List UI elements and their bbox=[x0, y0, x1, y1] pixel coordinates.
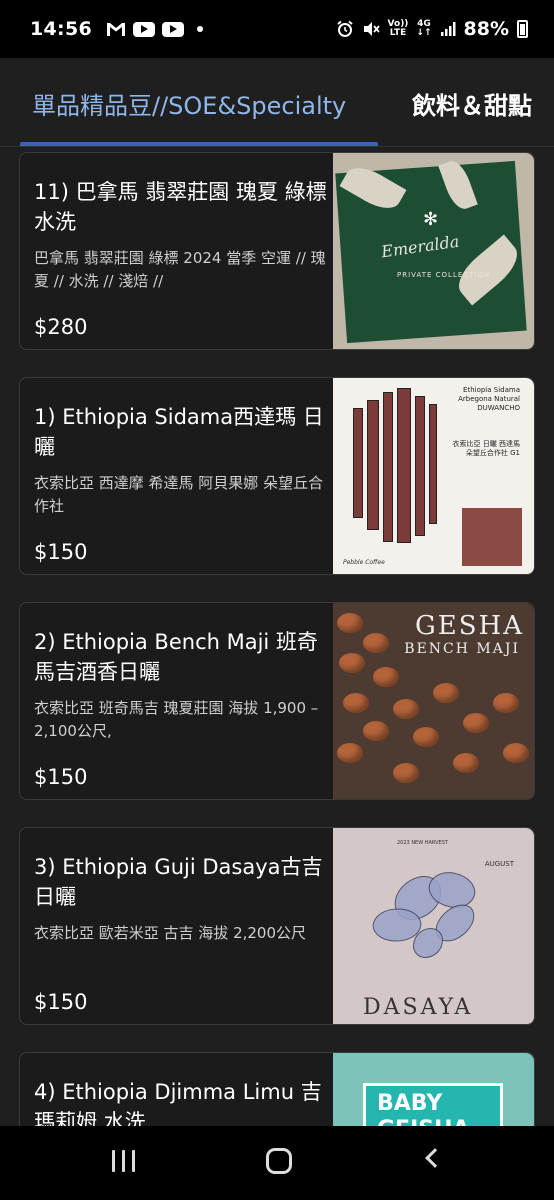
status-time: 14:56 bbox=[30, 18, 92, 40]
category-tabs: 單品精品豆//SOE&Specialty 飲料＆甜點 bbox=[0, 58, 554, 150]
youtube-icon bbox=[132, 21, 155, 37]
product-title: 3) Ethiopia Guji Dasaya古吉 日曬 bbox=[34, 855, 323, 909]
product-price: $150 bbox=[34, 765, 88, 789]
product-title: 11) 巴拿馬 翡翠莊園 瑰夏 綠標 水洗 bbox=[34, 180, 327, 234]
signal-icon bbox=[440, 22, 456, 36]
product-image: GESHA BENCH MAJI bbox=[333, 603, 534, 799]
image-caption: PRIVATE COLLECTION bbox=[397, 271, 491, 279]
product-price: $150 bbox=[34, 990, 88, 1014]
product-price: $150 bbox=[34, 540, 88, 564]
product-card[interactable]: 2) Ethiopia Bench Maji 班奇馬吉酒香日曬 衣索比亞 班奇馬… bbox=[19, 602, 535, 800]
image-word: DASAYA bbox=[363, 995, 474, 1020]
product-description: 巴拿馬 翡翠莊園 綠標 2024 當季 空運 // 瑰夏 // 水洗 // 淺焙… bbox=[34, 249, 326, 290]
recent-apps-button[interactable] bbox=[112, 1150, 136, 1172]
product-image: Ethiopia Sidama Arbegona Natural DUWANCH… bbox=[333, 378, 534, 574]
data-arrows-icon: ↓↑ bbox=[416, 28, 432, 38]
volte-indicator: Vo)) LTE bbox=[387, 19, 409, 38]
image-subtitle: BENCH MAJI bbox=[404, 641, 520, 657]
image-label: Ethiopia Sidama Arbegona Natural DUWANCH… bbox=[458, 386, 520, 412]
image-brand: Pebble Coffee bbox=[343, 559, 385, 566]
product-title: 2) Ethiopia Bench Maji 班奇馬吉酒香日曬 bbox=[34, 630, 318, 684]
back-button[interactable] bbox=[425, 1148, 445, 1168]
product-description: 衣索比亞 班奇馬吉 瑰夏莊園 海拔 1,900 – 2,100公尺, bbox=[34, 699, 319, 740]
tab-divider bbox=[0, 146, 554, 147]
product-description: 衣索比亞 西達摩 希達馬 阿貝果娜 朵望丘合作社 bbox=[34, 474, 324, 515]
image-title: GESHA bbox=[414, 611, 524, 641]
battery-level: 88% bbox=[463, 18, 509, 40]
product-card[interactable]: 1) Ethiopia Sidama西達瑪 日曬 衣索比亞 西達摩 希達馬 阿貝… bbox=[19, 377, 535, 575]
product-price: $280 bbox=[34, 315, 88, 339]
battery-icon bbox=[517, 20, 528, 38]
more-notifications-icon bbox=[196, 26, 203, 32]
product-card[interactable]: 11) 巴拿馬 翡翠莊園 瑰夏 綠標 水洗 巴拿馬 翡翠莊園 綠標 2024 當… bbox=[19, 152, 535, 350]
product-description: 衣索比亞 歐若米亞 古吉 海拔 2,200公尺 bbox=[34, 924, 307, 942]
home-button[interactable] bbox=[266, 1148, 292, 1174]
system-icons: Vo)) LTE 4G ↓↑ 88% bbox=[336, 18, 528, 40]
status-bar: 14:56 Vo)) LTE 4G ↓↑ 88% bbox=[0, 0, 554, 58]
gmail-icon bbox=[106, 22, 125, 36]
image-label-zh: 衣索比亞 日曬 西達馬 朵望丘合作社 G1 bbox=[452, 440, 520, 457]
tab-specialty-coffee[interactable]: 單品精品豆//SOE&Specialty bbox=[32, 86, 346, 121]
image-top-text: 2023 NEW HARVEST bbox=[397, 840, 448, 846]
tab-drinks-desserts[interactable]: 飲料＆甜點 bbox=[412, 86, 532, 121]
notification-icons bbox=[106, 21, 203, 37]
network-indicator: 4G ↓↑ bbox=[416, 19, 432, 38]
youtube-icon bbox=[161, 21, 184, 37]
product-card[interactable]: 3) Ethiopia Guji Dasaya古吉 日曬 衣索比亞 歐若米亞 古… bbox=[19, 827, 535, 1025]
product-image: 2023 NEW HARVEST AUGUST DASAYA bbox=[333, 828, 534, 1024]
product-title: 1) Ethiopia Sidama西達瑪 日曬 bbox=[34, 405, 324, 459]
lily-icon: ✻ bbox=[423, 209, 439, 230]
alarm-icon bbox=[336, 20, 353, 37]
mute-icon bbox=[363, 22, 380, 36]
system-nav-bar bbox=[0, 1126, 554, 1200]
image-month: AUGUST bbox=[484, 860, 514, 868]
product-image: ✻ Emeralda PRIVATE COLLECTION bbox=[333, 153, 534, 349]
